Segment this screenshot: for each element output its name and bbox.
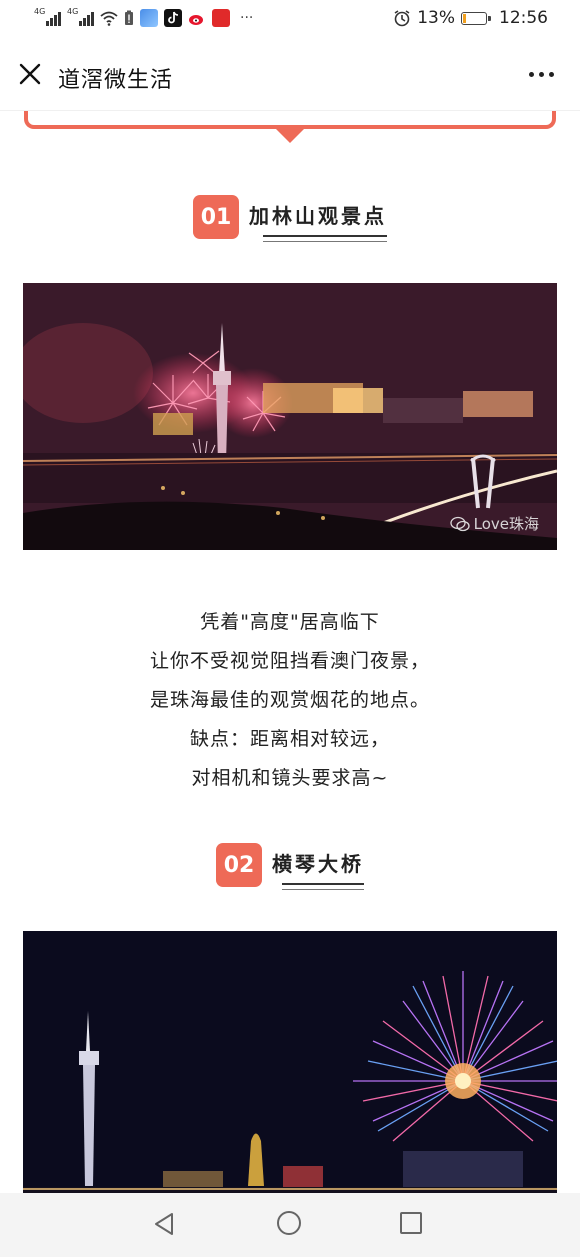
recent-apps-icon[interactable] [400, 1212, 422, 1234]
system-nav-bar [0, 1193, 580, 1257]
description-line: 让你不受视觉阻挡看澳门夜景， [149, 650, 430, 672]
description-line: 凭着"高度"居高临下 [200, 611, 380, 633]
status-right: 13% 12:56 [393, 8, 548, 28]
title-bar: 道滘微生活 [0, 40, 580, 111]
section-title: 横琴大桥 [272, 851, 364, 876]
signal-icon: 4G [34, 7, 61, 26]
description-line: 对相机和镜头要求高~ [191, 767, 389, 789]
fireworks-scene-2 [23, 931, 557, 1193]
section-number: 01 [193, 195, 239, 239]
wifi-icon [100, 11, 118, 26]
photo-watermark: Love珠海 [449, 513, 539, 534]
title-underline [282, 883, 364, 885]
close-icon[interactable] [16, 60, 44, 88]
section-number: 02 [216, 843, 262, 887]
more-options-icon[interactable] [529, 72, 554, 77]
network-type-2: 4G [67, 7, 79, 16]
description-line: 缺点：距离相对较远， [189, 728, 390, 750]
section-description: 凭着"高度"居高临下 让你不受视觉阻挡看澳门夜景， 是珠海最佳的观赏烟花的地点。… [0, 603, 580, 798]
fireworks-scene [23, 283, 557, 550]
page-title: 道滘微生活 [58, 68, 174, 93]
signal-icon-2: 4G [67, 7, 94, 26]
battery-percent: 13% [417, 8, 455, 28]
more-notifications-icon: ··· [240, 10, 254, 26]
section-heading-02: 02 横琴大桥 [216, 843, 364, 887]
frame-arrow [276, 129, 304, 143]
tiktok-icon [164, 9, 182, 27]
title-underline-thin [282, 889, 364, 890]
battery-alert-icon [125, 10, 133, 25]
news-app-icon [212, 9, 230, 27]
battery-icon [461, 11, 491, 25]
back-icon[interactable] [152, 1211, 178, 1237]
alarm-icon [394, 10, 410, 27]
section-title: 加林山观景点 [249, 203, 387, 228]
app-notification-icon [140, 9, 158, 27]
decorative-frame [24, 111, 556, 129]
macau-tower-fireworks-photo: Love珠海 [23, 283, 557, 550]
title-underline-thin [263, 241, 387, 242]
network-type: 4G [34, 7, 46, 16]
section-heading-01: 01 加林山观景点 [193, 195, 387, 239]
status-bar: 4G 4G ··· 13% 12:56 [0, 0, 580, 40]
weibo-icon [189, 15, 203, 25]
hengqin-bridge-fireworks-photo [23, 931, 557, 1193]
title-underline [263, 235, 387, 237]
home-icon[interactable] [277, 1211, 301, 1235]
wechat-icon [449, 516, 470, 531]
watermark-text: Love珠海 [473, 515, 539, 533]
status-left: 4G 4G ··· [34, 7, 254, 27]
description-line: 是珠海最佳的观赏烟花的地点。 [149, 689, 430, 711]
article-content[interactable]: 01 加林山观景点 Love珠海 凭着"高度"居高临下 让你不受视觉阻挡看澳门夜… [0, 111, 580, 1193]
clock: 12:56 [499, 8, 548, 28]
